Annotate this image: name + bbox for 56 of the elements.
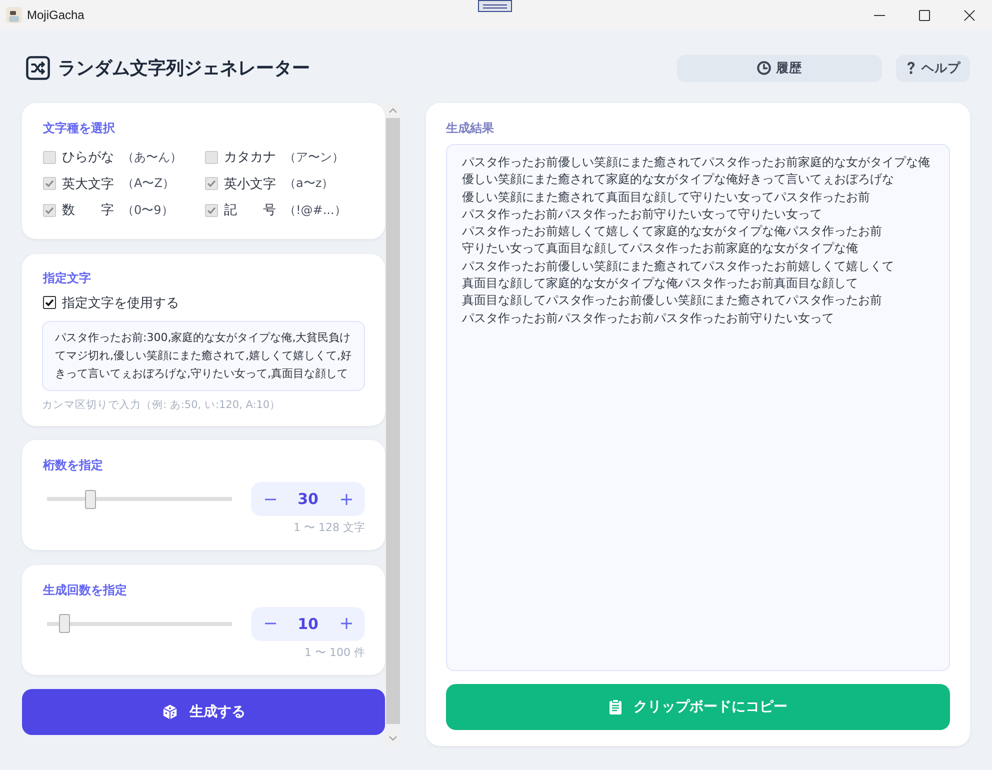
help-icon <box>906 61 916 75</box>
generate-button[interactable]: 生成する <box>22 689 385 735</box>
option-range: （0〜9） <box>122 202 174 218</box>
custom-chars-field[interactable]: パスタ作ったお前:300,家庭的な女がタイプな俺,大貧民負けてマジ切れ,優しい笑顔にまた癒されて,嬉しくて嬉しくて,好きって言いてぇおぼろげな,守りたい女って,真面目な顔して <box>42 320 365 390</box>
stepper-value: 30 <box>298 490 318 508</box>
result-line: パスタ作ったお前パスタ作ったお前守りたい女って守りたい女って <box>462 206 822 223</box>
result-line: パスタ作ったお前嬉しくて嬉しくて家庭的な女がタイプな俺パスタ作ったお前 <box>462 223 882 240</box>
result-line: 守りたい女って真面目な顔してパスタ作ったお前家庭的な女がタイプな俺 <box>462 240 858 258</box>
option-label: 記 号 <box>224 202 277 219</box>
snap-handle-icon[interactable] <box>478 0 512 12</box>
dice-icon <box>162 704 178 720</box>
option-range: （A〜Z） <box>122 175 174 192</box>
result-line: パスタ作ったお前優しい笑顔にまた癒されてパスタ作ったお前嬉しくて嬉しくて <box>462 258 894 275</box>
checkbox[interactable] <box>43 296 56 309</box>
slider-thumb[interactable] <box>59 614 70 633</box>
result-line: 真面目な顔してパスタ作ったお前優しい笑顔にまた癒されてパスタ作ったお前 <box>462 292 882 310</box>
app-icon <box>6 7 22 23</box>
option-label: カタカナ <box>224 149 277 166</box>
shuffle-icon <box>26 56 50 80</box>
slider-thumb[interactable] <box>85 490 96 508</box>
result-line: パスタ作ったお前優しい笑顔にまた癒されてパスタ作ったお前家庭的な女がタイプな俺 <box>462 154 930 171</box>
range-label: 1 〜 128 文字 <box>292 521 365 535</box>
stepper-value: 10 <box>298 614 318 632</box>
result-field[interactable] <box>446 144 950 671</box>
clock-icon <box>757 61 771 75</box>
option-label: 数 字 <box>62 202 115 219</box>
range-label: 1 〜 100 件 <box>304 646 365 660</box>
result-line: 優しい笑顔にまた癒されて家庭的な女がタイプな俺好きって言いてぇおぼろげな <box>462 171 894 188</box>
option-label: ひらがな <box>62 149 115 166</box>
section-title: 生成回数を指定 <box>43 582 128 598</box>
scroll-up-icon[interactable] <box>389 108 397 113</box>
history-button[interactable]: 履歴 <box>677 54 882 82</box>
option-label: 英大文字 <box>62 176 115 192</box>
section-title: 生成結果 <box>446 120 495 136</box>
result-line: パスタ作ったお前パスタ作ったお前パスタ作ったお前守りたい女って <box>462 310 834 327</box>
section-title: 桁数を指定 <box>43 457 104 473</box>
option-range: （!@#...） <box>284 202 346 218</box>
clipboard-icon <box>608 699 622 715</box>
section-title: 文字種を選択 <box>43 120 116 136</box>
app-title: ランダム文字列ジェネレーター <box>58 57 310 80</box>
section-title: 指定文字 <box>43 270 92 286</box>
scroll-down-icon[interactable] <box>389 736 397 741</box>
plus-icon <box>340 618 352 629</box>
checkbox-label: 指定文字を使用する <box>62 294 179 312</box>
help-button[interactable]: ヘルプ <box>896 54 970 82</box>
maximize-icon <box>919 10 930 20</box>
close-icon <box>964 10 975 20</box>
result-line: 真面目な顔して家庭的な女がタイプな俺パスタ作ったお前真面目な顔して <box>462 275 858 292</box>
result-line: 優しい笑顔にまた癒されて真面目な顔して守りたい女ってパスタ作ったお前 <box>462 188 870 206</box>
input-hint: カンマ区切りで入力（例: あ:50, い:120, A:10） <box>42 398 282 412</box>
option-label: 英小文字 <box>224 176 277 192</box>
option-range: （ア〜ン） <box>284 148 344 166</box>
plus-icon <box>340 494 352 504</box>
option-range: （a〜z） <box>284 175 334 192</box>
option-range: （あ〜ん） <box>122 148 182 166</box>
window-title: MojiGacha <box>27 8 84 22</box>
